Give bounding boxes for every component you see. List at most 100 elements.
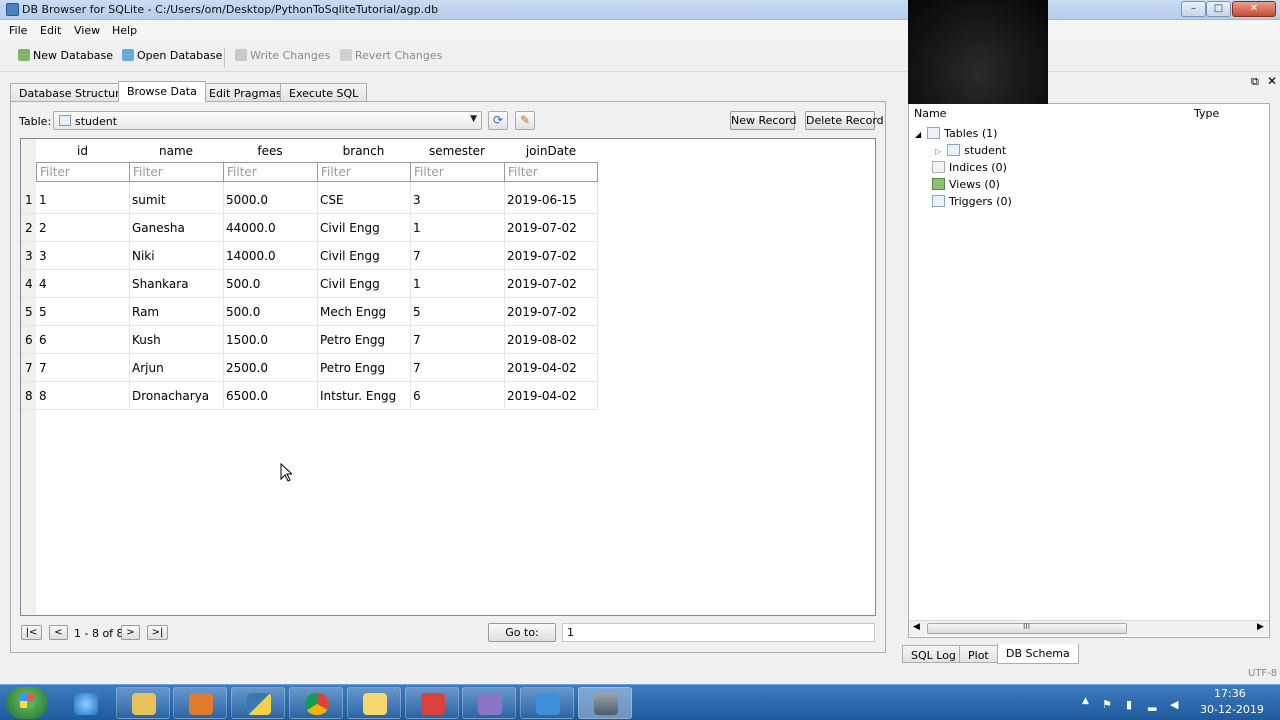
battery-icon[interactable]: ▮: [1126, 698, 1138, 711]
cell-id[interactable]: 4: [39, 277, 47, 291]
cell-id[interactable]: 1: [39, 193, 47, 207]
column-header-id[interactable]: id: [36, 144, 129, 162]
cell-joindate[interactable]: 2019-07-02: [507, 305, 577, 319]
table-row[interactable]: 3 3 Niki 14000.0 Civil Engg 7 2019-07-02: [21, 242, 598, 270]
cell-name[interactable]: Shankara: [132, 277, 189, 291]
table-row[interactable]: 4 4 Shankara 500.0 Civil Engg 1 2019-07-…: [21, 270, 598, 298]
column-header-name[interactable]: name: [129, 144, 223, 162]
tab-browse-data[interactable]: Browse Data: [118, 81, 206, 102]
cell-semester[interactable]: 7: [413, 333, 421, 347]
filter-semester[interactable]: Filter: [410, 162, 505, 182]
filter-id[interactable]: Filter: [36, 162, 130, 182]
clear-filters-button[interactable]: ✎: [515, 111, 535, 130]
cell-joindate[interactable]: 2019-04-02: [507, 361, 577, 375]
cell-fees[interactable]: 44000.0: [226, 221, 276, 235]
close-button[interactable]: ✕: [1232, 1, 1276, 17]
column-header-joindate[interactable]: joinDate: [504, 144, 598, 162]
cell-semester[interactable]: 5: [413, 305, 421, 319]
tab-plot[interactable]: Plot: [959, 645, 998, 663]
cell-semester[interactable]: 7: [413, 249, 421, 263]
cell-joindate[interactable]: 2019-07-02: [507, 277, 577, 291]
cell-name[interactable]: Arjun: [132, 361, 164, 375]
menu-edit[interactable]: Edit: [40, 24, 61, 37]
cell-id[interactable]: 8: [39, 389, 47, 403]
menu-help[interactable]: Help: [112, 24, 137, 37]
menu-view[interactable]: View: [74, 24, 100, 37]
scroll-right-icon[interactable]: ▶: [1257, 622, 1264, 632]
tree-item-student[interactable]: ▷ student: [935, 144, 1006, 157]
network-signal-icon[interactable]: ▂: [1148, 698, 1160, 711]
clock-time[interactable]: 17:36: [1214, 687, 1246, 700]
cell-branch[interactable]: Civil Engg: [320, 249, 380, 263]
cell-fees[interactable]: 14000.0: [226, 249, 276, 263]
cell-id[interactable]: 6: [39, 333, 47, 347]
cell-name[interactable]: Ram: [132, 305, 159, 319]
cell-id[interactable]: 2: [39, 221, 47, 235]
cell-joindate[interactable]: 2019-08-02: [507, 333, 577, 347]
menu-file[interactable]: File: [9, 24, 27, 37]
go-to-input[interactable]: 1: [562, 623, 875, 642]
open-database-button[interactable]: Open Database: [122, 49, 222, 65]
cell-branch[interactable]: Petro Engg: [320, 361, 385, 375]
refresh-button[interactable]: ⟳: [488, 111, 508, 130]
dock-close-icon[interactable]: ✕: [1267, 74, 1277, 88]
taskbar-explorer[interactable]: [116, 687, 170, 719]
cell-branch[interactable]: Intstur. Engg: [320, 389, 396, 403]
schema-header-name[interactable]: Name: [914, 107, 946, 120]
expand-arrow-icon[interactable]: ◢: [915, 130, 921, 139]
taskbar-network[interactable]: [520, 687, 574, 719]
taskbar-ie[interactable]: [58, 687, 112, 719]
cell-fees[interactable]: 2500.0: [226, 361, 268, 375]
cell-name[interactable]: sumit: [132, 193, 166, 207]
schema-header-type[interactable]: Type: [1194, 107, 1219, 120]
taskbar-app-purple[interactable]: [462, 687, 516, 719]
column-header-branch[interactable]: branch: [317, 144, 410, 162]
scroll-thumb[interactable]: III: [927, 622, 1127, 634]
table-row[interactable]: 5 5 Ram 500.0 Mech Engg 5 2019-07-02: [21, 298, 598, 326]
cell-branch[interactable]: Civil Engg: [320, 221, 380, 235]
cell-semester[interactable]: 1: [413, 277, 421, 291]
delete-record-button[interactable]: Delete Record: [805, 111, 884, 130]
cell-joindate[interactable]: 2019-04-02: [507, 389, 577, 403]
collapse-arrow-icon[interactable]: ▷: [935, 147, 941, 156]
cell-branch[interactable]: CSE: [320, 193, 344, 207]
cell-joindate[interactable]: 2019-07-02: [507, 249, 577, 263]
taskbar-media[interactable]: [173, 687, 227, 719]
taskbar-chrome[interactable]: [289, 687, 343, 719]
dock-float-icon[interactable]: ⧉: [1251, 75, 1259, 89]
cell-fees[interactable]: 500.0: [226, 277, 260, 291]
cell-id[interactable]: 5: [39, 305, 47, 319]
table-row[interactable]: 8 8 Dronacharya 6500.0 Intstur. Engg 6 2…: [21, 382, 598, 410]
cell-semester[interactable]: 3: [413, 193, 421, 207]
volume-icon[interactable]: ◀: [1170, 698, 1182, 711]
go-to-button[interactable]: Go to:: [488, 623, 556, 642]
previous-page-button[interactable]: <: [49, 625, 68, 640]
cell-name[interactable]: Niki: [132, 249, 155, 263]
scroll-left-icon[interactable]: ◀: [913, 622, 920, 632]
table-row[interactable]: 6 6 Kush 1500.0 Petro Engg 7 2019-08-02: [21, 326, 598, 354]
cell-branch[interactable]: Mech Engg: [320, 305, 386, 319]
cell-name[interactable]: Kush: [132, 333, 161, 347]
cell-fees[interactable]: 500.0: [226, 305, 260, 319]
taskbar-python[interactable]: [231, 687, 285, 719]
new-database-button[interactable]: New Database: [18, 49, 113, 65]
cell-semester[interactable]: 7: [413, 361, 421, 375]
cell-name[interactable]: Dronacharya: [132, 389, 209, 403]
cell-id[interactable]: 7: [39, 361, 47, 375]
cell-semester[interactable]: 6: [413, 389, 421, 403]
last-page-button[interactable]: >|: [147, 625, 168, 640]
table-row[interactable]: 2 2 Ganesha 44000.0 Civil Engg 1 2019-07…: [21, 214, 598, 242]
table-row[interactable]: 7 7 Arjun 2500.0 Petro Engg 7 2019-04-02: [21, 354, 598, 382]
filter-name[interactable]: Filter: [129, 162, 224, 182]
tree-item-indices[interactable]: Indices (0): [932, 161, 1007, 174]
cell-joindate[interactable]: 2019-06-15: [507, 193, 577, 207]
column-header-semester[interactable]: semester: [410, 144, 504, 162]
first-page-button[interactable]: |<: [21, 625, 42, 640]
cell-branch[interactable]: Civil Engg: [320, 277, 380, 291]
new-record-button[interactable]: New Record: [730, 111, 797, 130]
cell-branch[interactable]: Petro Engg: [320, 333, 385, 347]
cell-semester[interactable]: 1: [413, 221, 421, 235]
taskbar-app-red[interactable]: [405, 687, 459, 719]
cell-name[interactable]: Ganesha: [132, 221, 185, 235]
clock-date[interactable]: 30-12-2019: [1200, 703, 1264, 716]
